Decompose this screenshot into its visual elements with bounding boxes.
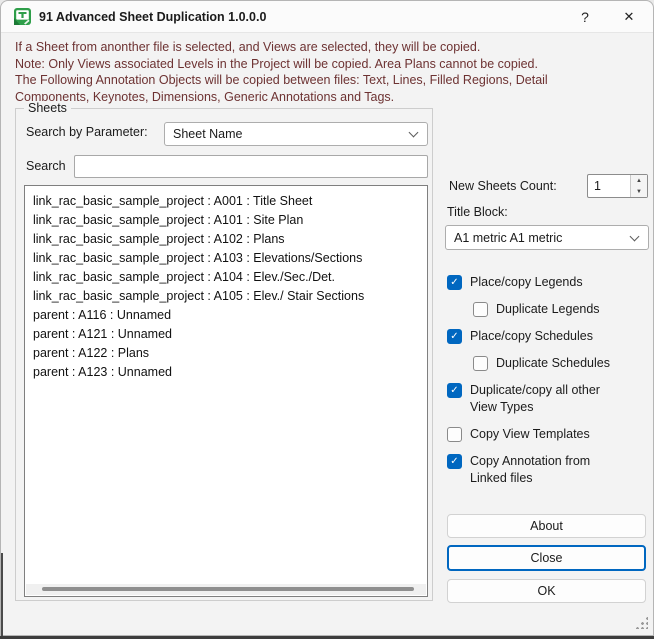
checkbox-label[interactable]: Place/copy Legends — [470, 274, 583, 291]
checkbox-label[interactable]: Place/copy Schedules — [470, 328, 593, 345]
sheet-list-item[interactable]: parent : A122 : Plans — [25, 344, 427, 363]
ok-button[interactable]: OK — [447, 579, 646, 603]
sheet-list-item[interactable]: link_rac_basic_sample_project : A104 : E… — [25, 268, 427, 287]
resize-grip[interactable] — [635, 616, 648, 629]
title-block-dropdown[interactable]: A1 metric A1 metric — [445, 225, 649, 250]
checkbox-checked[interactable]: ✓ — [447, 275, 462, 290]
search-parameter-value: Sheet Name — [173, 127, 243, 141]
new-sheets-count-value: 1 — [594, 179, 601, 193]
checkbox-row: Duplicate Legends — [473, 301, 649, 318]
horizontal-scrollbar-thumb[interactable] — [42, 587, 414, 591]
checkbox-checked[interactable]: ✓ — [447, 329, 462, 344]
title-block-value: A1 metric A1 metric — [454, 230, 563, 245]
sheets-groupbox: Sheets Search by Parameter: Sheet Name S… — [15, 101, 433, 601]
spinner-down-icon[interactable]: ▼ — [631, 186, 647, 197]
sheet-list-item[interactable]: link_rac_basic_sample_project : A001 : T… — [25, 192, 427, 211]
sheet-listbox[interactable]: link_rac_basic_sample_project : A001 : T… — [24, 185, 428, 597]
title-bar: 91 Advanced Sheet Duplication 1.0.0.0 ? … — [1, 1, 653, 33]
search-input[interactable] — [74, 155, 428, 178]
checkbox-row: ✓ Place/copy Legends — [447, 274, 649, 291]
options-checkbox-column: ✓ Place/copy Legends Duplicate Legends ✓ Pla… — [447, 274, 649, 497]
instruction-text: If a Sheet from anonther file is selecte… — [15, 39, 641, 105]
sheet-list-item[interactable]: link_rac_basic_sample_project : A101 : S… — [25, 211, 427, 230]
checkbox-row: ✓ Duplicate/copy all other View Types — [447, 382, 649, 416]
background-edge — [1, 553, 3, 637]
close-window-button[interactable]: ✕ — [607, 1, 651, 33]
checkbox-unchecked[interactable] — [447, 427, 462, 442]
spinner-up-icon[interactable]: ▲ — [631, 175, 647, 186]
spinner-buttons: ▲ ▼ — [630, 175, 647, 197]
checkbox-checked[interactable]: ✓ — [447, 383, 462, 398]
checkbox-label[interactable]: Duplicate/copy all other View Types — [470, 382, 622, 416]
window-title: 91 Advanced Sheet Duplication 1.0.0.0 — [39, 9, 267, 24]
instruction-line-3: The Following Annotation Objects will be… — [15, 73, 548, 87]
instruction-line-1: If a Sheet from anonther file is selecte… — [15, 40, 481, 54]
sheet-list-item[interactable]: link_rac_basic_sample_project : A103 : E… — [25, 249, 427, 268]
checkbox-unchecked[interactable] — [473, 302, 488, 317]
instruction-line-2: Note: Only Views associated Levels in th… — [15, 56, 538, 71]
sheet-list-item[interactable]: parent : A116 : Unnamed — [25, 306, 427, 325]
app-icon — [14, 8, 31, 25]
checkbox-unchecked[interactable] — [473, 356, 488, 371]
new-sheets-count-label: New Sheets Count: — [449, 179, 557, 193]
search-by-parameter-label: Search by Parameter: — [26, 125, 148, 139]
instruction-line-4: Components, Keynotes, Dimensions, Generi… — [15, 89, 395, 104]
checkbox-row: Copy View Templates — [447, 426, 649, 443]
search-label: Search — [26, 159, 66, 173]
title-block-label: Title Block: — [447, 205, 508, 219]
horizontal-scrollbar[interactable] — [26, 584, 426, 595]
sheet-list-item[interactable]: link_rac_basic_sample_project : A102 : P… — [25, 230, 427, 249]
checkbox-label[interactable]: Copy Annotation from Linked files — [470, 453, 622, 487]
checkbox-label[interactable]: Copy View Templates — [470, 426, 590, 443]
sheets-groupbox-label: Sheets — [24, 101, 71, 115]
checkbox-row: ✓ Place/copy Schedules — [447, 328, 649, 345]
about-button[interactable]: About — [447, 514, 646, 538]
sheet-list-item[interactable]: parent : A121 : Unnamed — [25, 325, 427, 344]
checkbox-row: Duplicate Schedules — [473, 355, 649, 372]
close-button[interactable]: Close — [447, 545, 646, 571]
sheet-list-item[interactable]: parent : A123 : Unnamed — [25, 363, 427, 382]
search-parameter-dropdown[interactable]: Sheet Name — [164, 122, 428, 146]
chevron-down-icon — [629, 231, 640, 241]
sheet-list: link_rac_basic_sample_project : A001 : T… — [25, 186, 427, 382]
help-button[interactable]: ? — [563, 1, 607, 33]
sheet-list-item[interactable]: link_rac_basic_sample_project : A105 : E… — [25, 287, 427, 306]
new-sheets-count-stepper[interactable]: 1 ▲ ▼ — [587, 174, 648, 198]
chevron-down-icon — [408, 127, 419, 138]
dialog-window: 91 Advanced Sheet Duplication 1.0.0.0 ? … — [0, 0, 654, 637]
checkbox-row: ✓ Copy Annotation from Linked files — [447, 453, 649, 487]
checkbox-checked[interactable]: ✓ — [447, 454, 462, 469]
checkbox-label[interactable]: Duplicate Legends — [496, 301, 600, 318]
checkbox-label[interactable]: Duplicate Schedules — [496, 355, 610, 372]
